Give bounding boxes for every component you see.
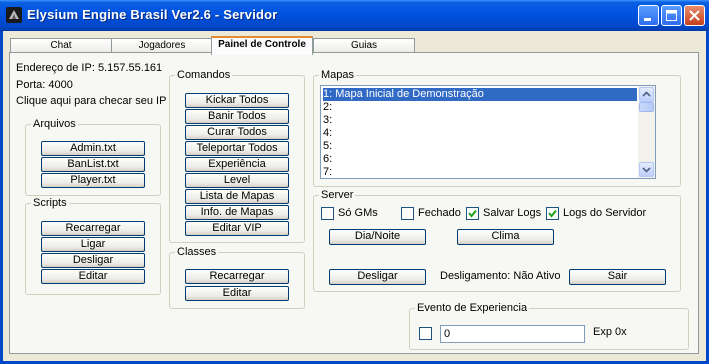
so-gms-label: Só GMs <box>338 207 378 219</box>
scroll-down-button[interactable] <box>639 162 654 177</box>
classes-label: Classes <box>175 246 219 258</box>
map-list-item[interactable]: 4: <box>323 127 332 140</box>
scroll-thumb[interactable] <box>639 102 654 112</box>
checkmark-icon <box>468 209 477 218</box>
level-button[interactable]: Level <box>185 173 289 188</box>
banlist-txt-button[interactable]: BanList.txt <box>41 157 145 172</box>
scripts-desligar-button[interactable]: Desligar <box>41 253 145 268</box>
map-list-item[interactable]: 6: <box>323 153 332 166</box>
tab-jogadores[interactable]: Jogadores <box>111 38 213 53</box>
tab-guias[interactable]: Guias <box>313 38 415 53</box>
minimize-icon <box>644 18 651 21</box>
scripts-label: Scripts <box>31 197 69 209</box>
app-icon <box>6 7 22 23</box>
evento-experiencia-checkbox[interactable] <box>419 327 432 340</box>
checkmark-icon <box>548 209 557 218</box>
chevron-up-icon <box>642 91 651 97</box>
clima-button[interactable]: Clima <box>457 229 554 245</box>
map-list-item[interactable]: 2: <box>323 101 332 114</box>
dia-noite-button[interactable]: Dia/Noite <box>329 229 426 245</box>
server-desligar-button[interactable]: Desligar <box>329 269 426 285</box>
server-label: Server <box>319 189 356 201</box>
classes-editar-button[interactable]: Editar <box>185 286 289 301</box>
title-bar[interactable]: Elysium Engine Brasil Ver2.6 - Servidor <box>0 0 709 31</box>
player-txt-button[interactable]: Player.txt <box>41 173 145 188</box>
evento-experiencia-label: Evento de Experiencia <box>415 302 530 314</box>
tab-chat[interactable]: Chat <box>10 38 112 53</box>
maps-list[interactable]: 1: Mapa Inicial de Demonstração 2: 3: 4:… <box>320 85 656 179</box>
window-title: Elysium Engine Brasil Ver2.6 - Servidor <box>27 7 278 22</box>
exp-multiplier-label: Exp 0x <box>593 326 627 338</box>
check-ip-link[interactable]: Clique aqui para checar seu IP <box>16 95 166 107</box>
salvar-logs-label: Salvar Logs <box>483 207 542 219</box>
window-border-left <box>0 31 3 364</box>
chevron-down-icon <box>642 167 651 173</box>
classes-recarregar-button[interactable]: Recarregar <box>185 269 289 284</box>
teleportar-todos-button[interactable]: Teleportar Todos <box>185 141 289 156</box>
maximize-button[interactable] <box>661 5 682 26</box>
map-list-item[interactable]: 1: Mapa Inicial de Demonstração <box>323 88 637 101</box>
map-list-item[interactable]: 3: <box>323 114 332 127</box>
admin-txt-button[interactable]: Admin.txt <box>41 141 145 156</box>
ip-address: Endereço de IP: 5.157.55.161 <box>16 62 163 74</box>
kickar-todos-button[interactable]: Kickar Todos <box>185 93 289 108</box>
scripts-ligar-button[interactable]: Ligar <box>41 237 145 252</box>
comandos-label: Comandos <box>175 69 233 81</box>
curar-todos-button[interactable]: Curar Todos <box>185 125 289 140</box>
logs-do-servidor-checkbox[interactable] <box>546 207 559 220</box>
scripts-recarregar-button[interactable]: Recarregar <box>41 221 145 236</box>
so-gms-checkbox[interactable] <box>321 207 334 220</box>
experiencia-button[interactable]: Experiência <box>185 157 289 172</box>
sair-button[interactable]: Sair <box>569 269 666 285</box>
desligamento-status: Desligamento: Não Ativo <box>440 270 561 282</box>
exp-value-input[interactable]: 0 <box>440 325 585 343</box>
banir-todos-button[interactable]: Banir Todos <box>185 109 289 124</box>
scripts-editar-button[interactable]: Editar <box>41 269 145 284</box>
info-de-mapas-button[interactable]: Info. de Mapas <box>185 205 289 220</box>
lista-de-mapas-button[interactable]: Lista de Mapas <box>185 189 289 204</box>
editar-vip-button[interactable]: Editar VIP <box>185 221 289 236</box>
port: Porta: 4000 <box>16 79 73 91</box>
fechado-label: Fechado <box>418 207 461 219</box>
scroll-up-button[interactable] <box>639 87 654 102</box>
salvar-logs-checkbox[interactable] <box>466 207 479 220</box>
map-list-item[interactable]: 5: <box>323 140 332 153</box>
close-button[interactable] <box>684 5 705 26</box>
logs-do-servidor-label: Logs do Servidor <box>563 207 647 219</box>
arquivos-label: Arquivos <box>31 118 78 130</box>
map-list-item[interactable]: 7: <box>323 166 332 177</box>
maps-scrollbar[interactable] <box>638 86 655 178</box>
mapas-label: Mapas <box>319 69 357 81</box>
fechado-checkbox[interactable] <box>401 207 414 220</box>
server-window: Elysium Engine Brasil Ver2.6 - Servidor … <box>0 0 709 364</box>
minimize-button[interactable] <box>638 5 659 26</box>
maximize-icon <box>666 10 677 21</box>
close-icon <box>689 10 700 21</box>
tab-painel-de-controle[interactable]: Painel de Controle <box>211 36 313 55</box>
